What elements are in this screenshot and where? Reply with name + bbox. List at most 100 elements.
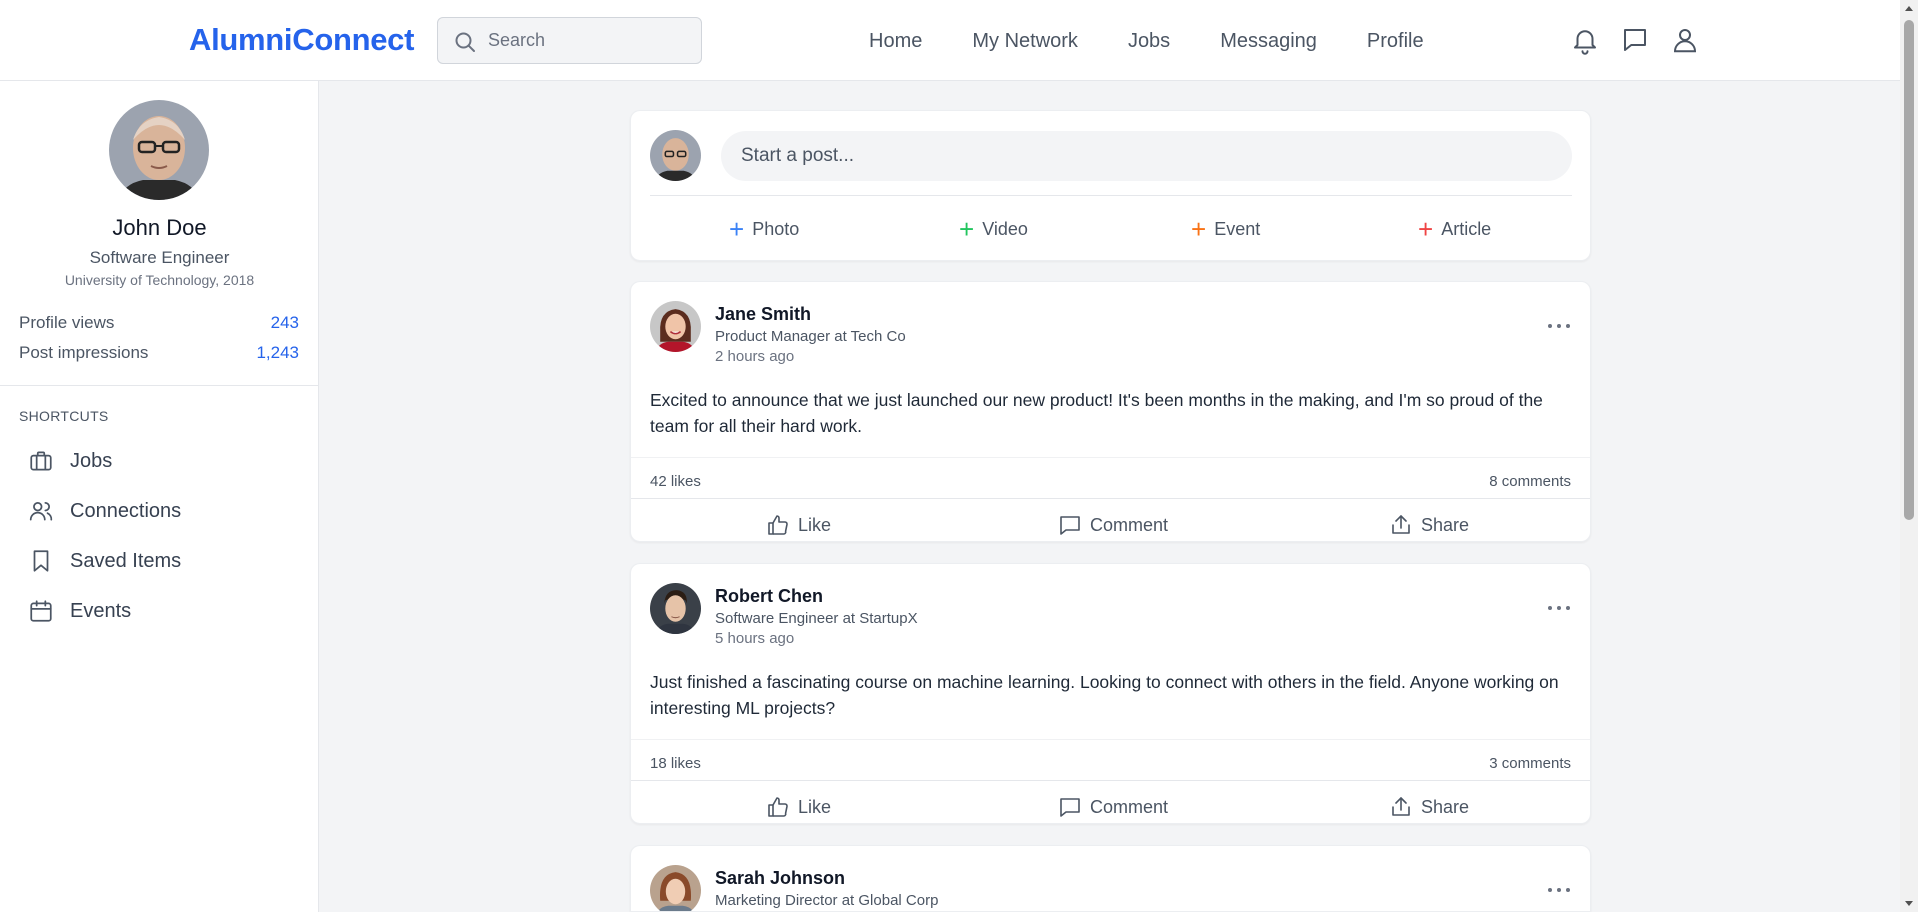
chat-icon[interactable] (1620, 24, 1650, 56)
like-button[interactable]: Like (766, 510, 831, 540)
plus-icon: + (959, 214, 975, 244)
start-post-input[interactable] (721, 131, 1572, 181)
thumbs-up-icon (768, 515, 788, 535)
likes-count[interactable]: 42 likes (650, 473, 701, 490)
post-timestamp: 5 hours ago (715, 630, 795, 647)
share-icon (1392, 797, 1410, 816)
post-composer: + Photo + Video + Event + Article (630, 110, 1591, 261)
post-card: Robert Chen Software Engineer at Startup… (630, 563, 1591, 824)
divider (631, 780, 1590, 781)
post-card: Sarah Johnson Marketing Director at Glob… (630, 845, 1591, 912)
calendar-icon (30, 600, 52, 622)
more-options-icon[interactable] (1548, 324, 1570, 330)
more-options-icon[interactable] (1548, 606, 1570, 612)
share-button[interactable]: Share (1389, 510, 1469, 540)
bell-icon[interactable] (1570, 24, 1600, 56)
avatar[interactable] (650, 865, 701, 911)
search-icon (455, 32, 475, 52)
comment-label: Comment (1090, 514, 1169, 535)
main-nav: Home My Network Jobs Messaging Profile (869, 28, 1474, 54)
shortcut-events[interactable]: Events (28, 593, 288, 629)
user-icon[interactable] (1670, 24, 1700, 56)
post-author-role: Software Engineer at StartupX (715, 610, 918, 627)
action-label: Article (1441, 218, 1492, 239)
divider (650, 195, 1572, 196)
divider (631, 498, 1590, 499)
profile-name[interactable]: John Doe (0, 215, 319, 241)
profile-education: University of Technology, 2018 (64, 272, 255, 288)
scrollbar-thumb[interactable] (1904, 20, 1914, 520)
nav-jobs[interactable]: Jobs (1128, 28, 1170, 54)
comment-button[interactable]: Comment (1058, 792, 1168, 822)
page-scrollbar[interactable] (1900, 0, 1918, 912)
shortcut-saved-items[interactable]: Saved Items (28, 543, 288, 579)
avatar[interactable] (650, 583, 701, 634)
article-button[interactable]: + Article (1418, 215, 1491, 243)
post-timestamp: 2 hours ago (715, 348, 795, 365)
scroll-down-icon[interactable] (1905, 901, 1913, 906)
stat-value: 1,243 (256, 343, 299, 362)
nav-messaging[interactable]: Messaging (1220, 28, 1317, 54)
thumbs-up-icon (768, 797, 788, 817)
comment-icon (1060, 798, 1080, 817)
scroll-up-icon[interactable] (1905, 6, 1913, 11)
post-body: Just finished a fascinating course on ma… (650, 672, 1559, 718)
shortcut-label: Connections (70, 499, 182, 522)
avatar[interactable] (650, 301, 701, 352)
shortcuts-heading: SHORTCUTS (19, 408, 109, 424)
post-author-role: Marketing Director at Global Corp (715, 892, 939, 909)
like-button[interactable]: Like (766, 792, 831, 822)
plus-icon: + (1418, 214, 1434, 244)
stat-label: Post impressions (19, 343, 149, 362)
avatar[interactable] (109, 100, 209, 200)
profile-sidebar: John Doe Software Engineer University of… (0, 81, 319, 912)
share-button[interactable]: Share (1389, 792, 1469, 822)
post-author-role: Product Manager at Tech Co (715, 328, 906, 345)
plus-icon: + (729, 214, 745, 244)
share-label: Share (1421, 796, 1470, 817)
avatar (650, 130, 701, 181)
search-input[interactable] (488, 18, 688, 63)
app-logo[interactable]: AlumniConnect (189, 22, 414, 58)
action-label: Video (982, 218, 1028, 239)
header-icons (1570, 24, 1720, 56)
post-body: Excited to announce that we just launche… (650, 390, 1543, 436)
share-label: Share (1421, 514, 1470, 535)
comments-count[interactable]: 3 comments (1489, 755, 1571, 772)
profile-title: Software Engineer (89, 248, 230, 267)
search-box[interactable] (437, 17, 702, 64)
shortcut-label: Saved Items (70, 549, 182, 572)
shortcut-jobs[interactable]: Jobs (28, 443, 288, 479)
nav-my-network[interactable]: My Network (972, 28, 1078, 54)
comments-count[interactable]: 8 comments (1489, 473, 1571, 490)
post-author[interactable]: Robert Chen (715, 586, 823, 607)
divider (631, 457, 1590, 458)
stat-post-impressions[interactable]: Post impressions 1,243 (19, 343, 299, 363)
comment-button[interactable]: Comment (1058, 510, 1168, 540)
event-button[interactable]: + Event (1191, 215, 1260, 243)
stat-profile-views[interactable]: Profile views 243 (19, 313, 299, 333)
like-label: Like (798, 796, 832, 817)
post-author[interactable]: Sarah Johnson (715, 868, 845, 889)
video-button[interactable]: + Video (959, 215, 1028, 243)
like-label: Like (798, 514, 832, 535)
divider (0, 385, 318, 386)
top-header: AlumniConnect Home My Network Jobs Messa… (0, 0, 1900, 81)
action-label: Event (1214, 218, 1261, 239)
more-options-icon[interactable] (1548, 888, 1570, 894)
users-icon (29, 502, 53, 521)
stat-value: 243 (270, 313, 299, 332)
shortcut-label: Jobs (70, 449, 113, 472)
nav-profile[interactable]: Profile (1367, 28, 1424, 54)
action-label: Photo (752, 218, 800, 239)
likes-count[interactable]: 18 likes (650, 755, 701, 772)
briefcase-icon (30, 451, 52, 471)
shortcut-connections[interactable]: Connections (28, 493, 288, 529)
post-author[interactable]: Jane Smith (715, 304, 811, 325)
photo-button[interactable]: + Photo (729, 215, 799, 243)
shortcut-label: Events (70, 599, 132, 622)
bookmark-icon (33, 550, 49, 572)
nav-home[interactable]: Home (869, 28, 922, 54)
share-icon (1392, 515, 1410, 534)
stat-label: Profile views (19, 313, 115, 332)
